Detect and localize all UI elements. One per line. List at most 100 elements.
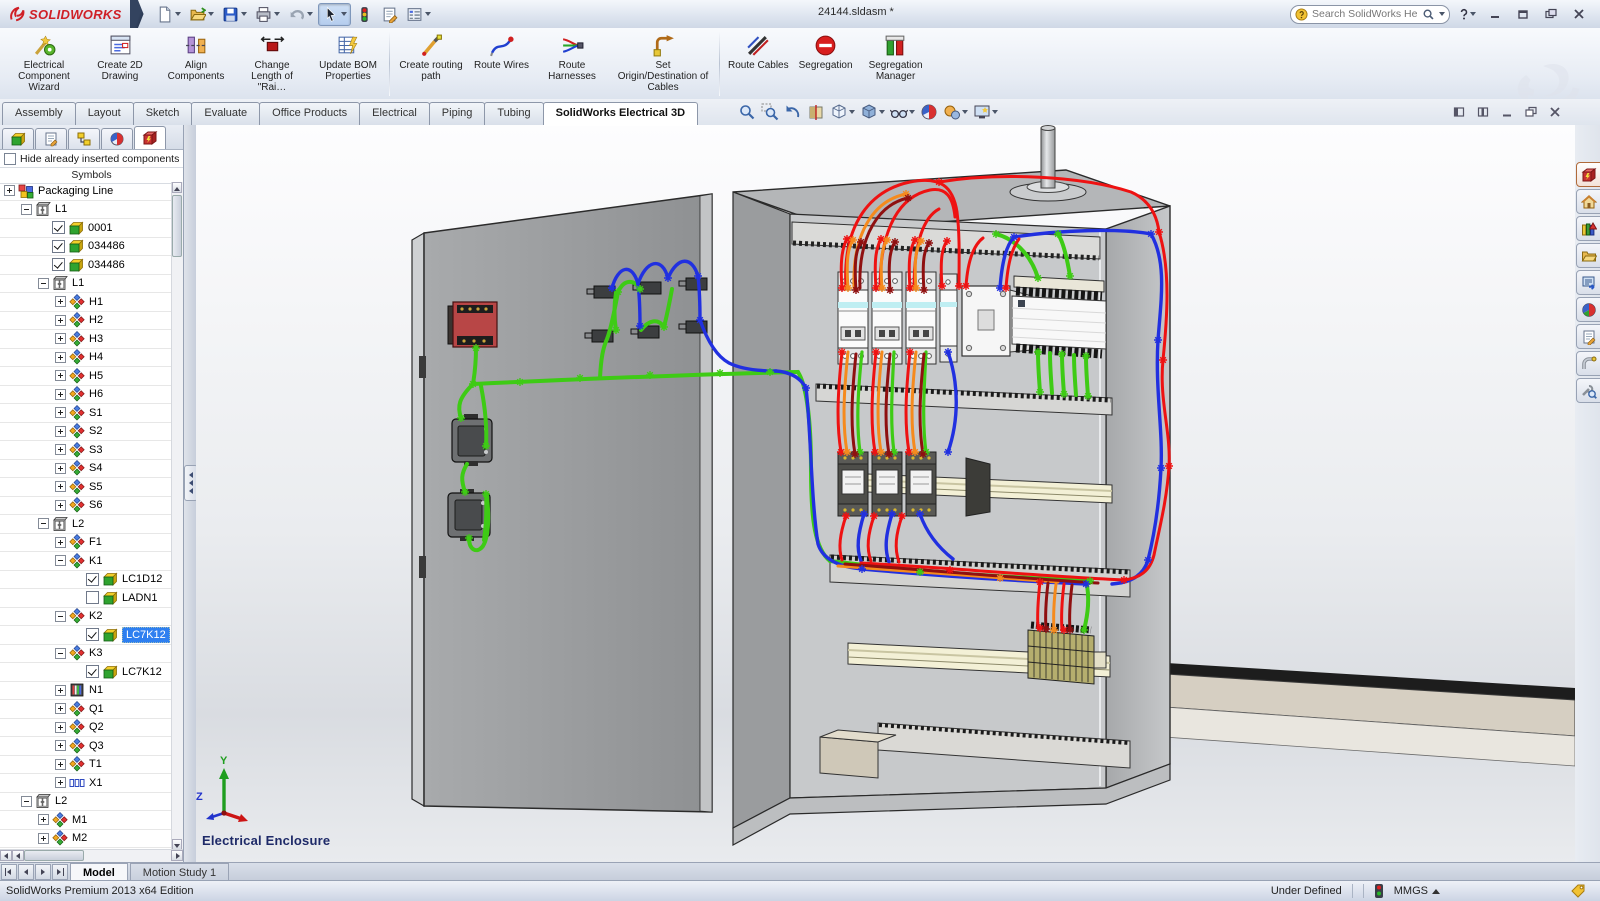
tree-row[interactable]: 034486 (0, 256, 183, 275)
tree-expander-toggle[interactable] (21, 204, 32, 215)
tree-row[interactable]: L1 (0, 201, 183, 220)
route-harnesses-button[interactable]: Route Harnesses (534, 29, 610, 98)
door-relay-component[interactable] (448, 302, 497, 347)
open-dropdown-caret[interactable] (208, 12, 214, 16)
tree-item-label[interactable]: H2 (89, 314, 103, 326)
units-selector[interactable]: MMGS (1394, 885, 1440, 897)
update-bom-properties-button[interactable]: Update BOM Properties (310, 29, 386, 98)
tree-item-label[interactable]: LC7K12 (122, 627, 170, 643)
tree-expander-toggle[interactable] (55, 370, 66, 381)
tree-row[interactable]: M2 (0, 830, 183, 849)
tree-row[interactable]: 0001 (0, 219, 183, 238)
tree-expander-toggle[interactable] (55, 333, 66, 344)
tree-expander-toggle[interactable] (55, 352, 66, 363)
tree-item-label[interactable]: 034486 (88, 259, 125, 271)
menu-expand-wedge[interactable] (130, 0, 144, 28)
file-properties-button[interactable] (378, 4, 401, 25)
section-view-button[interactable] (806, 102, 826, 122)
tree-item-label[interactable]: H4 (89, 351, 103, 363)
change-length-button[interactable]: Change Length of "Rai… (234, 29, 310, 98)
task-tab-view-palette[interactable] (1576, 270, 1600, 295)
tree-item-label[interactable]: K1 (89, 555, 102, 567)
command-tab[interactable]: Layout (75, 102, 134, 125)
tree-item-label[interactable]: Q3 (89, 740, 104, 752)
enclosure-door[interactable] (412, 194, 712, 812)
tree-visibility-checkbox[interactable] (86, 665, 99, 678)
tree-row[interactable]: L2 (0, 793, 183, 812)
tree-expander-toggle[interactable] (55, 685, 66, 696)
tree-expander-toggle[interactable] (38, 278, 49, 289)
tree-expander-toggle[interactable] (55, 407, 66, 418)
task-tab-routing-library[interactable] (1576, 351, 1600, 376)
tree-item-label[interactable]: H5 (89, 370, 103, 382)
view-settings-button[interactable] (972, 102, 999, 122)
tree-row[interactable]: L2 (0, 515, 183, 534)
tree-expander-toggle[interactable] (55, 740, 66, 751)
motor-contactors[interactable] (838, 452, 990, 516)
electrical-component-wizard-button[interactable]: Electrical Component Wizard (6, 29, 82, 98)
hide-show-caret[interactable] (909, 110, 915, 114)
print-dropdown-caret[interactable] (274, 12, 280, 16)
tree-row[interactable]: H4 (0, 349, 183, 368)
tree-item-label[interactable]: 034486 (88, 240, 125, 252)
route-cables-button[interactable]: Route Cables (723, 29, 794, 98)
route-wires-button[interactable]: Route Wires (469, 29, 534, 98)
panel-tab-appearance[interactable] (101, 128, 133, 149)
scroll-up-button[interactable] (172, 182, 182, 193)
doc-restore-button[interactable] (1522, 104, 1540, 119)
task-tab-solidworks-electrical[interactable] (1576, 162, 1600, 187)
tree-item-label[interactable]: LC7K12 (122, 666, 162, 678)
apply-scene-caret[interactable] (962, 110, 968, 114)
tree-item-label[interactable]: S5 (89, 481, 102, 493)
panel-tab-align[interactable] (68, 128, 100, 149)
tree-item-label[interactable]: K2 (89, 610, 102, 622)
scroll-left-button-2[interactable] (12, 850, 24, 861)
tree-item-label[interactable]: S4 (89, 462, 102, 474)
tree-row[interactable]: M1 (0, 811, 183, 830)
options-button[interactable] (403, 4, 434, 25)
search-dropdown-caret[interactable] (1439, 12, 1445, 16)
tree-expander-toggle[interactable] (55, 611, 66, 622)
tree-item-label[interactable]: LC1D12 (122, 573, 162, 585)
align-components-button[interactable]: Align Components (158, 29, 234, 98)
tree-visibility-checkbox[interactable] (86, 591, 99, 604)
set-origin-destination-button[interactable]: Set Origin/Destination of Cables (610, 29, 716, 98)
tab-scroll-first-button[interactable] (1, 864, 17, 880)
new-dropdown-caret[interactable] (175, 12, 181, 16)
solidworks-logo[interactable]: SOLIDWORKS (0, 0, 130, 28)
tree-expander-toggle[interactable] (55, 315, 66, 326)
tree-expander-toggle[interactable] (55, 500, 66, 511)
tree-item-label[interactable]: H3 (89, 333, 103, 345)
command-tab[interactable]: Sketch (133, 102, 193, 125)
view-orientation-caret[interactable] (849, 110, 855, 114)
scroll-right-button[interactable] (171, 850, 183, 861)
tree-item-label[interactable]: L1 (55, 203, 67, 215)
tree-row[interactable]: S4 (0, 460, 183, 479)
command-tab[interactable]: Assembly (2, 102, 76, 125)
doc-previous-window-button[interactable] (1450, 104, 1468, 119)
tree-item-label[interactable]: L1 (72, 277, 84, 289)
hscroll-thumb[interactable] (24, 850, 84, 861)
windows-button[interactable] (1540, 7, 1562, 22)
tree-expander-toggle[interactable] (55, 722, 66, 733)
tree-row[interactable]: H6 (0, 386, 183, 405)
tree-row[interactable]: S1 (0, 404, 183, 423)
tree-row[interactable]: LC1D12 (0, 571, 183, 590)
tree-row[interactable]: N1 (0, 682, 183, 701)
tree-row[interactable]: K1 (0, 552, 183, 571)
tree-expander-toggle[interactable] (55, 444, 66, 455)
previous-view-button[interactable] (783, 102, 803, 122)
search-input[interactable]: Search SolidWorks Help (1290, 5, 1450, 24)
model-tab[interactable]: Model (70, 863, 128, 881)
tree-item-label[interactable]: T1 (89, 758, 102, 770)
hide-show-items-button[interactable] (889, 102, 916, 122)
minimize-button[interactable] (1484, 7, 1506, 22)
tree-expander-toggle[interactable] (55, 777, 66, 788)
panel-tab-properties[interactable] (35, 128, 67, 149)
3d-scene[interactable] (196, 125, 1575, 862)
command-tab[interactable]: SolidWorks Electrical 3D (543, 102, 698, 125)
tree-item-label[interactable]: S1 (89, 407, 102, 419)
tree-row[interactable]: LC7K12 (0, 663, 183, 682)
tree-vertical-scrollbar[interactable] (171, 182, 183, 850)
tree-visibility-checkbox[interactable] (86, 628, 99, 641)
